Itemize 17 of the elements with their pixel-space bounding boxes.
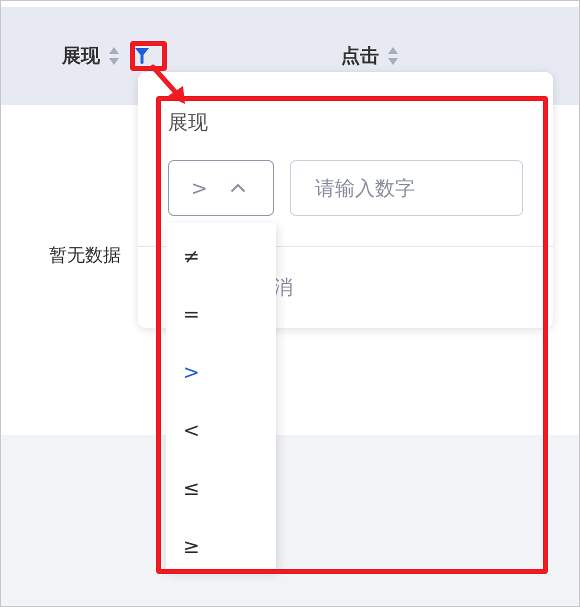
arrow bbox=[150, 64, 185, 104]
operator-option[interactable]: = bbox=[166, 285, 276, 343]
sort-icon[interactable] bbox=[387, 46, 399, 66]
operator-option[interactable]: ≠ bbox=[166, 227, 276, 285]
highlight-box bbox=[130, 41, 167, 71]
operator-option[interactable]: < bbox=[166, 401, 276, 459]
chevron-up-icon bbox=[230, 183, 246, 193]
operator-option[interactable]: ≤ bbox=[166, 459, 276, 517]
filter-icon[interactable] bbox=[134, 46, 150, 66]
operator-option[interactable]: ≥ bbox=[166, 517, 276, 575]
operator-option[interactable]: > bbox=[166, 343, 276, 401]
sort-icon[interactable] bbox=[108, 46, 120, 66]
empty-text: 暂无数据 bbox=[49, 244, 121, 267]
popup-title: 展现 bbox=[168, 109, 209, 136]
column-header[interactable]: 展现 bbox=[62, 43, 100, 69]
number-input[interactable]: 请输入数字 bbox=[290, 160, 523, 216]
column-header[interactable]: 点击 bbox=[341, 43, 379, 69]
